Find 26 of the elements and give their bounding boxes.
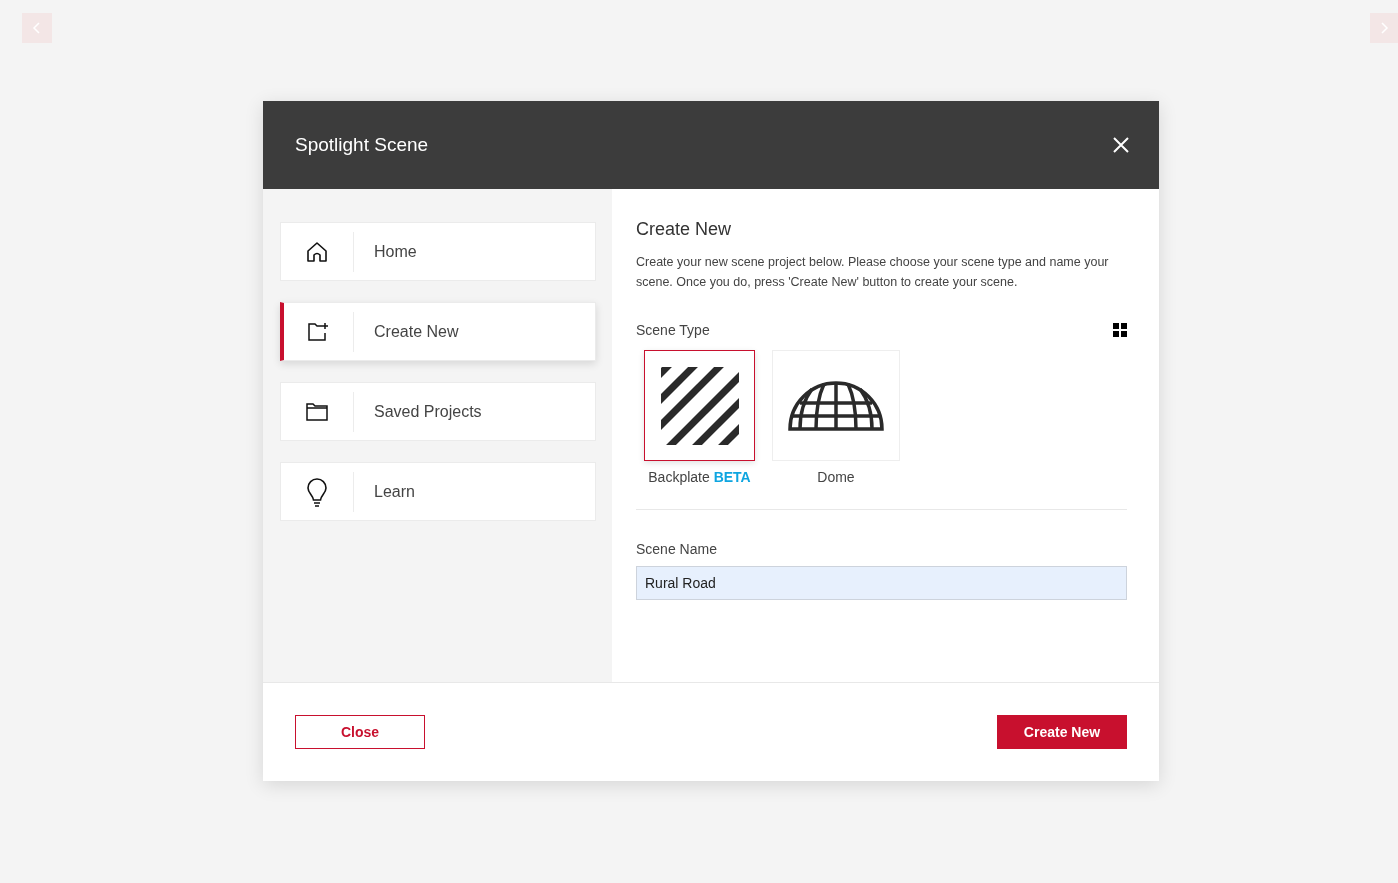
nav-item[interactable]: Home — [280, 222, 596, 281]
description-text: Create your new scene project below. Please choose your scene type and name your scene. Once you do, press 'Create New' button to create your scene. — [636, 254, 1110, 291]
house-icon — [306, 240, 328, 263]
nav-item[interactable]: Learn — [280, 462, 596, 521]
grid-view-button[interactable] — [1113, 323, 1127, 337]
scene-name-label: Scene Name — [636, 541, 718, 557]
dialog-title: Spotlight Scene — [295, 134, 429, 156]
nav-item[interactable]: Saved Projects — [280, 382, 596, 441]
close-button[interactable]: Close — [295, 715, 425, 749]
scene-name-field[interactable]: Rural Road — [636, 566, 1127, 600]
scene-type-label: Dome — [817, 469, 855, 485]
nav-item[interactable]: Create New — [280, 302, 596, 361]
chevron-left-icon — [32, 22, 42, 34]
diagonal-stripes-icon — [660, 366, 739, 445]
chevron-right-icon — [1379, 22, 1389, 34]
scene-type-label: Backplate BETA — [648, 469, 751, 485]
create-new-button[interactable]: Create New — [997, 715, 1127, 749]
close-icon — [1113, 137, 1129, 153]
folder-plus-icon — [307, 321, 330, 342]
lightbulb-icon — [306, 476, 328, 507]
scene-type-tile[interactable] — [644, 350, 755, 461]
grid-icon — [1113, 323, 1127, 337]
scene-type-label: Scene Type — [636, 322, 710, 338]
dome-grid-icon — [788, 380, 884, 431]
section-heading: Create New — [636, 219, 733, 240]
folder-icon — [306, 402, 328, 421]
